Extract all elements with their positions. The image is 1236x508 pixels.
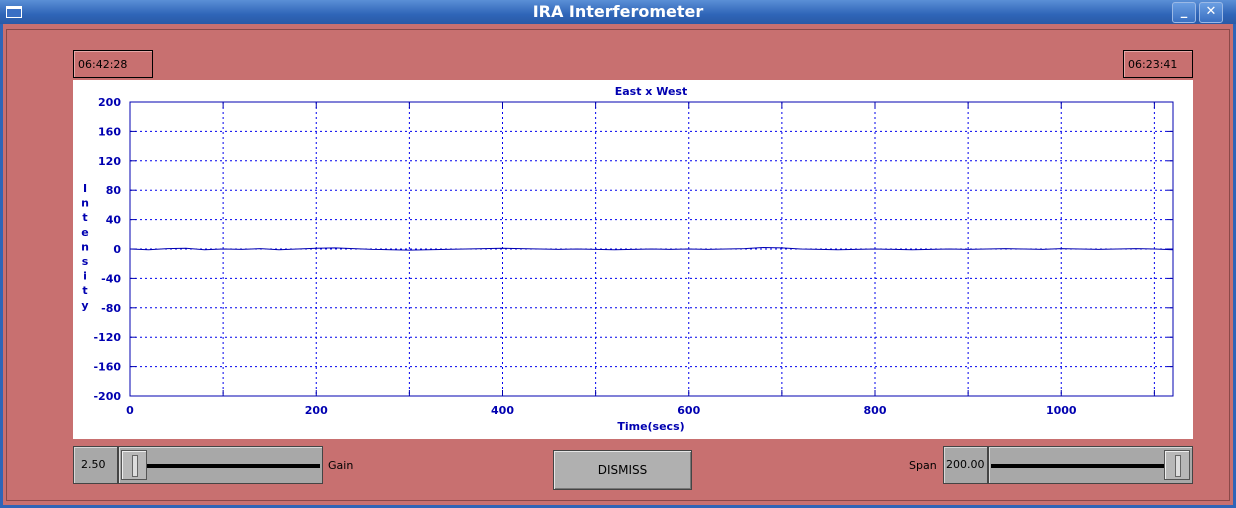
span-slider[interactable] (988, 446, 1193, 484)
span-slider-track (991, 464, 1182, 468)
gain-slider-track (129, 464, 320, 468)
x-tick-label: 0 (126, 404, 134, 417)
chart-title: East x West (615, 85, 688, 98)
y-axis-label-letter: t (82, 284, 87, 297)
dismiss-button[interactable]: DISMISS (553, 450, 692, 490)
y-tick-label: 40 (106, 214, 122, 227)
span-slider-thumb[interactable] (1164, 450, 1190, 480)
gain-label: Gain (328, 459, 354, 472)
x-tick-label: 800 (864, 404, 887, 417)
gain-slider-thumb[interactable] (121, 450, 147, 480)
y-axis-label-letter: y (81, 299, 88, 312)
start-time-display: 06:42:28 (73, 50, 153, 78)
y-axis-label-letter: s (82, 255, 89, 268)
y-tick-label: -120 (93, 331, 121, 344)
y-tick-label: -200 (93, 390, 121, 403)
minimize-button[interactable]: _ (1172, 2, 1196, 23)
span-value-field: 200.00 (943, 446, 988, 484)
y-axis-label: Intensity (81, 182, 89, 312)
gain-slider[interactable] (118, 446, 323, 484)
y-axis-label-letter: n (81, 240, 89, 253)
x-tick-label: 200 (305, 404, 328, 417)
y-axis-label-letter: n (81, 197, 89, 210)
intensity-chart: East x West Time(secs) Intensity 2001601… (81, 85, 1174, 433)
plot-panel: East x West Time(secs) Intensity 200 160 1… (73, 80, 1193, 439)
span-label: Span (909, 459, 937, 472)
y-axis-label-letter: i (83, 270, 87, 283)
x-tick-label: 600 (677, 404, 700, 417)
gain-value-field: 2.50 (73, 446, 118, 484)
y-tick-label: 80 (106, 184, 122, 197)
y-tick-label: 160 (98, 125, 121, 138)
y-axis-label-letter: e (81, 226, 88, 239)
y-tick-label: 120 (98, 155, 121, 168)
x-tick-label: 400 (491, 404, 514, 417)
y-axis-label-letter: t (82, 211, 87, 224)
y-axis-label-letter: I (83, 182, 87, 195)
y-tick-label: 0 (113, 243, 121, 256)
window-title: IRA Interferometer (532, 2, 704, 21)
y-tick-label: -80 (101, 302, 121, 315)
title-bar: IRA Interferometer _ ✕ (0, 0, 1236, 24)
current-time-display: 06:23:41 (1123, 50, 1193, 78)
tick-layer: 20016012080400-40-80-120-160-2000 200 400 6… (93, 96, 1173, 417)
close-button[interactable]: ✕ (1199, 2, 1223, 23)
y-tick-label: -40 (101, 272, 121, 285)
y-tick-label: 200 (98, 96, 121, 109)
y-tick-label: -160 (93, 361, 121, 374)
x-axis-label: Time(secs) (617, 420, 684, 433)
x-tick-label: 1000 (1046, 404, 1077, 417)
